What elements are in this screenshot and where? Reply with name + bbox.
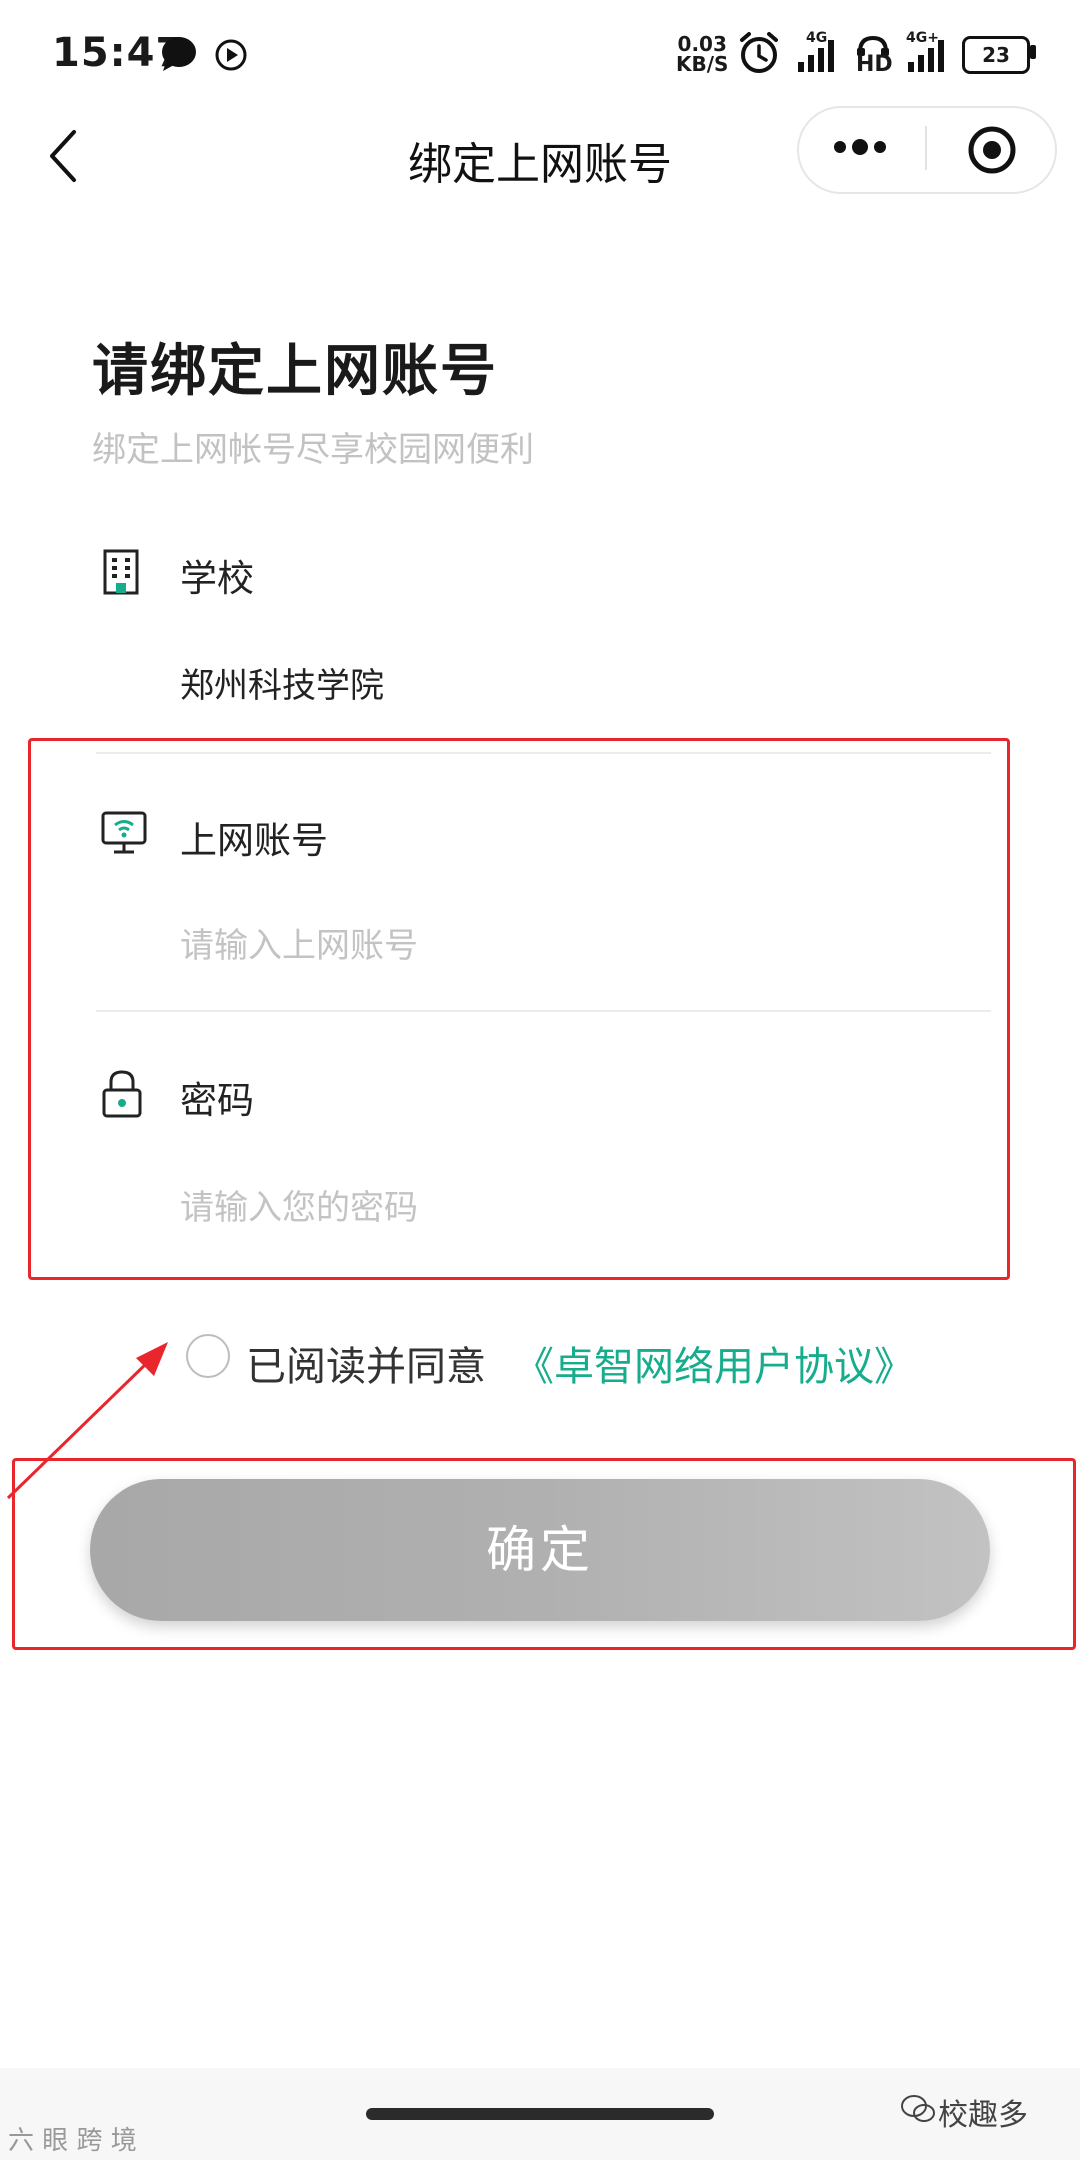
play-icon <box>215 39 247 71</box>
status-bar: 15:47 0.03 KB/S 4G HD 4G+ 23 <box>0 0 1080 105</box>
signal-icon <box>798 40 834 72</box>
battery-tip <box>1030 45 1036 59</box>
battery-level: 23 <box>982 43 1010 67</box>
agree-text: 已阅读并同意 <box>246 1344 486 1390</box>
agree-radio[interactable] <box>186 1334 230 1378</box>
annotation-highlight-box <box>28 738 1010 1280</box>
battery-icon: 23 <box>962 36 1030 74</box>
building-icon <box>103 549 139 595</box>
page-title: 请绑定上网账号 <box>92 339 498 404</box>
divider <box>96 1010 991 1012</box>
watermark-right: 校趣多 <box>938 2098 1028 2133</box>
wechat-icon <box>901 2095 935 2122</box>
school-value[interactable]: 郑州科技学院 <box>180 658 384 707</box>
page-subtitle: 绑定上网帐号尽享校园网便利 <box>92 430 534 470</box>
confirm-button[interactable]: 确定 <box>90 1479 990 1621</box>
target-close-icon[interactable] <box>966 124 1018 176</box>
password-label: 密码 <box>180 1079 254 1122</box>
signal-icon <box>908 40 944 72</box>
capsule-divider <box>925 126 927 170</box>
account-label: 上网账号 <box>180 819 328 862</box>
monitor-wifi-icon <box>101 811 147 854</box>
hd-label: HD <box>856 52 893 77</box>
password-input[interactable]: 请输入您的密码 <box>180 1180 418 1229</box>
alarm-icon <box>740 32 778 73</box>
divider <box>96 752 991 754</box>
home-indicator[interactable] <box>366 2108 714 2120</box>
more-dots-icon[interactable] <box>830 132 890 162</box>
watermark-left: 六 眼 跨 境 <box>8 2126 137 2156</box>
user-agreement-link[interactable]: 《卓智网络用户协议》 <box>514 1334 914 1392</box>
chat-bubble-icon <box>162 37 196 71</box>
account-input[interactable]: 请输入上网账号 <box>180 918 418 967</box>
net-speed: 0.03 KB/S <box>676 32 729 76</box>
lock-icon <box>102 1070 142 1118</box>
school-label: 学校 <box>180 557 254 600</box>
